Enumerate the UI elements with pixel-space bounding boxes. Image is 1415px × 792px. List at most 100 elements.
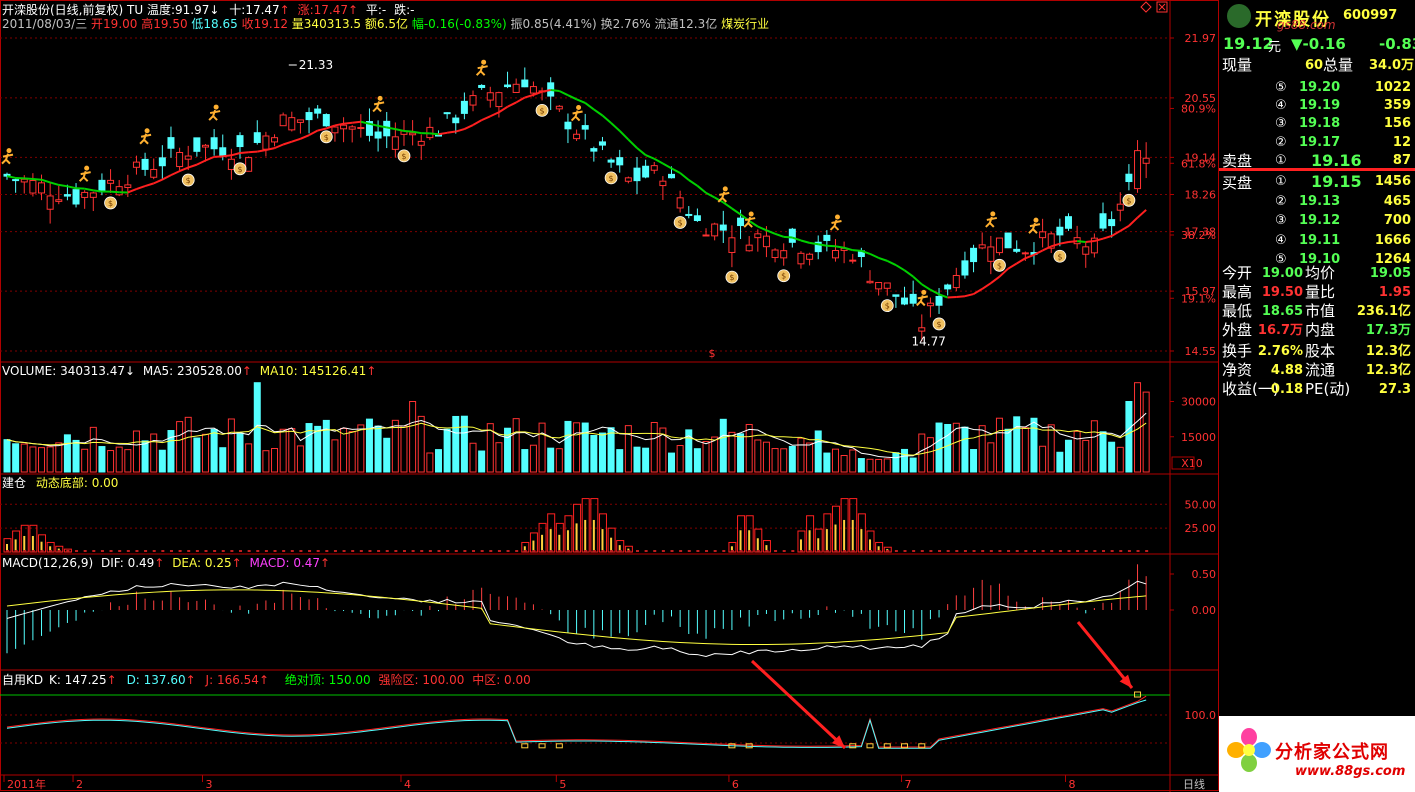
down-value: - [410,3,415,17]
jiancang-baseline-mark [446,550,450,552]
volume-bar [150,433,158,473]
volume-bar [728,431,736,473]
candle-body [616,157,624,166]
candle-body [271,137,279,143]
ma-line-segment [584,102,595,111]
sell-order-1-index: ① [1275,152,1287,168]
sell-order-5-price: 19.20 [1299,80,1341,95]
buy-order-3-price: 19.12 [1299,213,1341,228]
kd-mid: 中区: 0.00 [472,673,531,687]
bar-industry: 煤炭行业 [721,17,770,31]
macd-value: MACD: 0.47 [249,556,321,570]
ma-line-segment [248,150,258,154]
jiancang-baseline-mark [1127,550,1131,552]
candle-body [132,161,140,168]
candle-body [305,112,313,121]
ma-line-segment [32,177,42,181]
ma-line-segment [688,179,698,187]
volume-bar [607,427,615,473]
volume-title-row: VOLUME: 340313.47↓ MA5: 230528.00↑ MA10:… [2,364,376,378]
jiancang-baseline-mark [1136,550,1140,552]
jiancang-baseline-mark [851,550,855,552]
jiancang-title-row: 建仓 动态底部: 0.00 [2,476,118,490]
volume-bar [193,437,201,473]
sell-order-1-price: 19.16 [1311,150,1362,170]
volume-bar [944,423,952,473]
cross-arrow-icon: ↑ [279,3,290,17]
money-bag-symbol: $ [237,165,242,174]
candle-body [581,125,589,130]
candle-body [314,108,322,114]
ma-line-segment [947,295,957,299]
runner-body [916,295,928,307]
volume-bar [780,448,788,473]
volume-bar [1125,401,1133,473]
money-bag-symbol: $ [781,272,786,281]
volume-bar [322,419,330,473]
ma-line-segment [990,275,1001,285]
runner-signal-icon [208,104,221,121]
jiancang-baseline-mark [825,550,829,552]
jiancang-baseline-mark [670,550,674,552]
runner-signal-icon [570,105,583,122]
header-line-2: 2011/08/03/三 开19.00 高19.50 低18.65 收19.12… [2,17,769,31]
volume-bar [38,447,46,473]
volume-bar [737,433,745,473]
volume-bar [987,442,995,473]
runner-body [1,153,14,165]
candle-body [348,126,356,130]
volume-bar [598,432,606,473]
sell-order-2-row: ② 19.17 12 [1219,133,1415,152]
quote-price: 19.12 [1223,34,1274,53]
jiancang-series [3,498,1149,553]
stat2-value-2: 12.3亿 [1365,363,1411,378]
ma-line-segment [601,114,612,124]
jiancang-baseline-mark [472,550,476,552]
stat2-row: 净资 4.88 流通 12.3亿 [1219,361,1415,380]
volume-bar [1056,451,1064,473]
jiancang-baseline-mark [57,550,61,552]
ma-line-segment [1102,235,1112,240]
jiancang-baseline-mark [169,550,173,552]
candle-body [1099,213,1107,229]
money-bag-icon: $ [233,162,247,176]
money-bag-symbol: $ [885,302,890,311]
volume-bar [547,447,555,473]
jiancang-baseline-mark [1015,550,1019,552]
stat2-label-2: 股本 [1305,342,1336,360]
candle-body [754,233,762,239]
ma-line-segment [153,178,163,185]
volume-ma5-arrow-icon: ↑ [241,364,252,378]
jiancang-baseline-mark [756,550,760,552]
stat2-value-1: 2.76% [1257,344,1303,359]
macd-dif: DIF: 0.49 [100,556,155,570]
buy-order-2-index: ② [1275,193,1287,209]
volume-bar [624,425,632,473]
runner-body [570,110,583,122]
jiancang-baseline-mark [144,550,148,552]
stat-value-2: 236.1亿 [1356,304,1411,319]
ma-line-segment [1016,257,1026,265]
ma-line-segment [136,185,146,191]
ma-line-segment [222,154,232,158]
candle-body [624,177,632,182]
jiancang-baseline-mark [135,550,139,552]
volume-bar [961,426,969,473]
time-label: 2011年 [7,777,46,791]
volume-bar [1039,445,1047,473]
candle-body [650,165,658,171]
volume-bar [201,433,209,473]
price-row: 19.12 元 ▼-0.16 -0.83 [1219,33,1415,55]
vol-row: 现量 60 总量 34.0万 [1219,56,1415,75]
ma-line-segment [903,269,914,278]
sell-order-2-price: 19.17 [1299,134,1341,150]
jiancang-baseline-mark [989,550,993,552]
ma-line-segment [179,166,189,173]
jiancang-baseline-mark [49,550,53,552]
volume-arrow-icon: ↓ [125,364,136,378]
jiancang-baseline-mark [1058,550,1062,552]
candle-body [288,117,296,131]
ma-line-segment [170,170,181,177]
ma-line-segment [800,239,810,244]
volume-bar [132,430,140,473]
